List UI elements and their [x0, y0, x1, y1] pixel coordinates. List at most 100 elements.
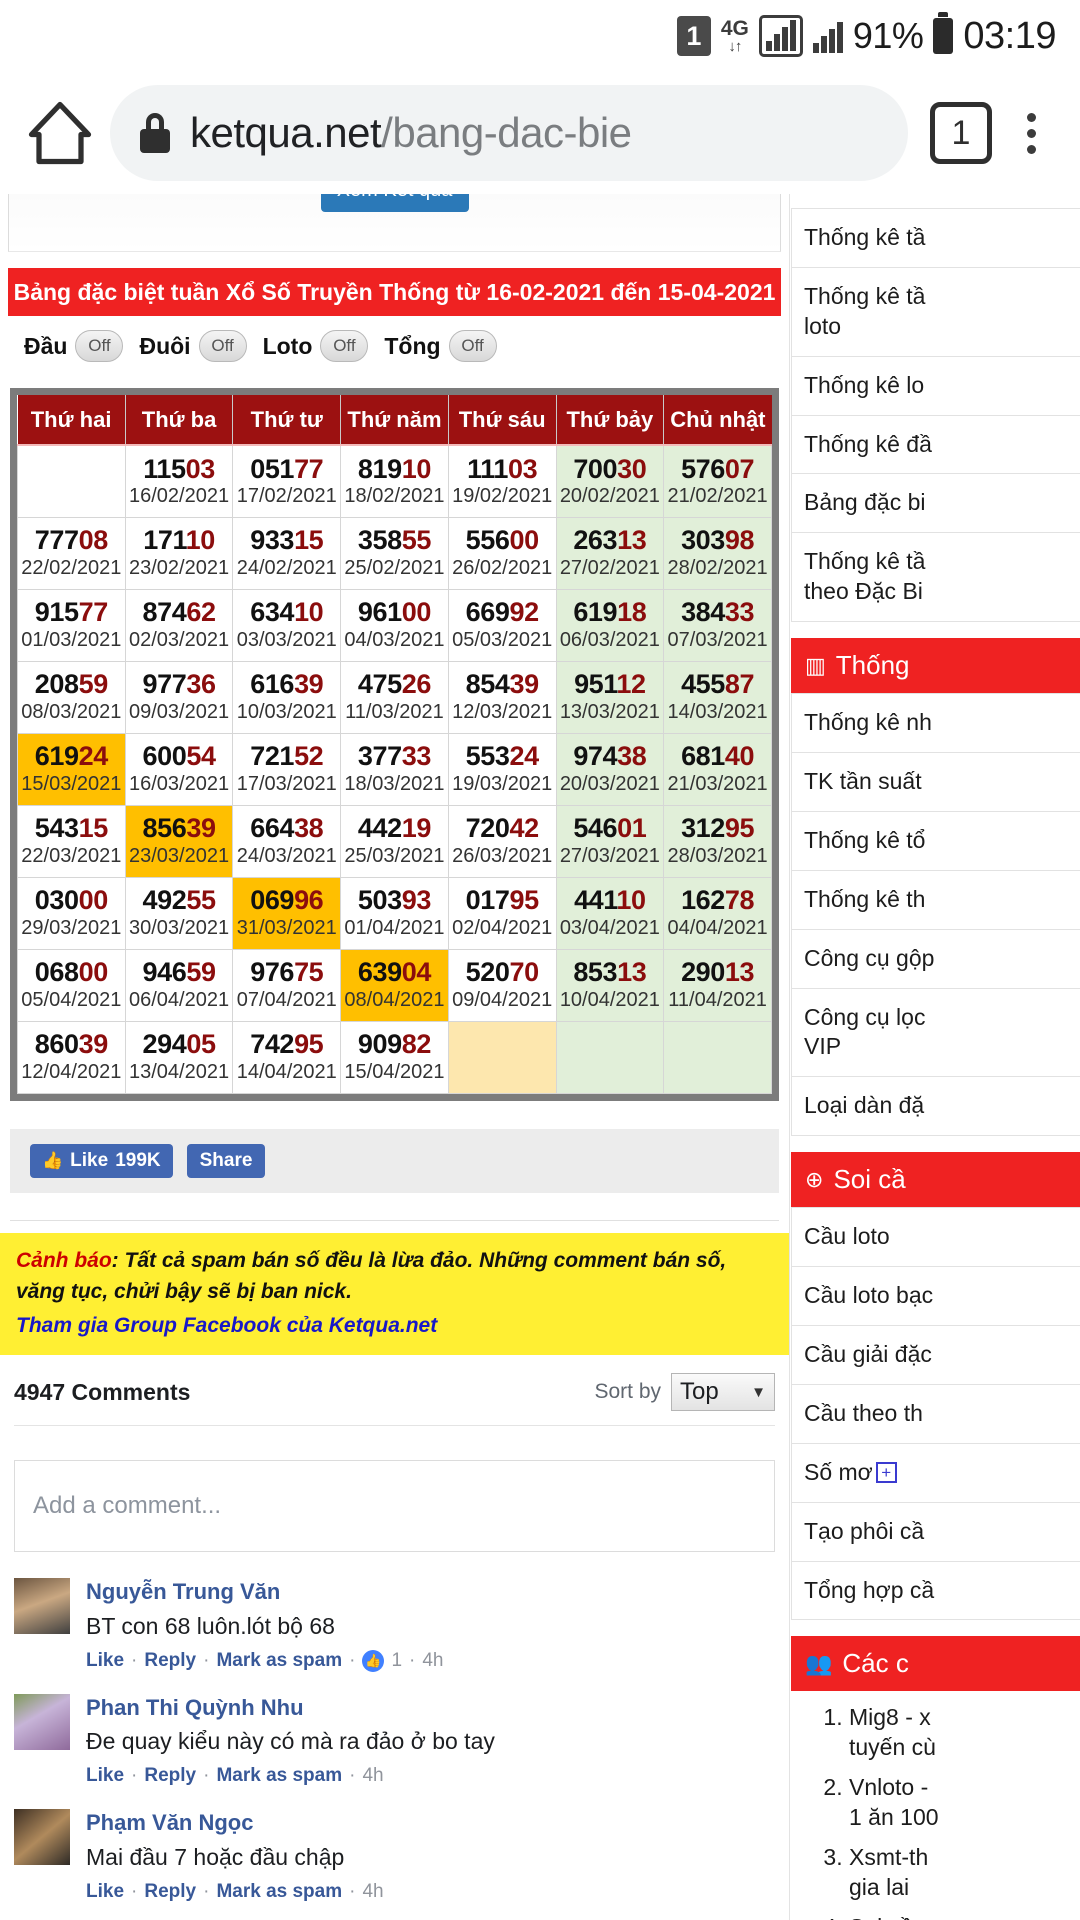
- table-cell[interactable]: 16278 04/04/2021: [663, 876, 772, 950]
- table-cell[interactable]: 85639 23/03/2021: [124, 804, 234, 878]
- sidebar-item-soicau-5[interactable]: Tạo phôi cầ: [792, 1503, 1080, 1562]
- table-cell[interactable]: 74295 14/04/2021: [232, 1020, 342, 1094]
- table-cell[interactable]: 31295 28/03/2021: [663, 804, 772, 878]
- toggle-switch-dau[interactable]: Off: [75, 330, 124, 362]
- home-icon[interactable]: [24, 97, 96, 169]
- table-cell[interactable]: 06800 05/04/2021: [17, 948, 126, 1022]
- table-cell[interactable]: 96100 04/03/2021: [340, 588, 449, 662]
- table-cell[interactable]: 06996 31/03/2021: [232, 876, 342, 950]
- comment-spam-action[interactable]: Mark as spam: [216, 1765, 342, 1787]
- table-cell[interactable]: 68140 21/03/2021: [663, 732, 772, 806]
- table-cell[interactable]: [447, 1020, 557, 1094]
- sidebar-item-soicau-6[interactable]: Tổng hợp cầ: [792, 1562, 1080, 1621]
- sidebar-item-stats1-4[interactable]: Bảng đặc bi: [792, 474, 1080, 534]
- sidebar-item-stats1-0[interactable]: Thống kê tầ: [792, 209, 1080, 268]
- table-cell[interactable]: 01795 02/04/2021: [447, 876, 557, 950]
- sidebar-item-stats1-2[interactable]: Thống kê lo: [792, 357, 1080, 416]
- kebab-menu-icon[interactable]: [1006, 112, 1056, 154]
- sidebar-item-stats2-6[interactable]: Loại dàn đặ: [792, 1077, 1080, 1137]
- sidebar-item-stats1-5[interactable]: Thống kê tầ theo Đặc Bi: [792, 533, 1080, 623]
- table-cell[interactable]: 81910 18/02/2021: [340, 444, 449, 518]
- sidebar-item-stats2-1[interactable]: TK tần suất: [792, 753, 1080, 812]
- avatar[interactable]: [14, 1809, 70, 1866]
- table-cell[interactable]: 05177 17/02/2021: [232, 444, 342, 518]
- table-cell[interactable]: 61918 06/03/2021: [555, 588, 665, 662]
- table-cell[interactable]: 61924 15/03/2021: [17, 732, 126, 806]
- table-cell[interactable]: 30398 28/02/2021: [663, 516, 772, 590]
- comment-author-link[interactable]: Phạm Văn Ngọc: [86, 1809, 775, 1838]
- table-cell[interactable]: 60054 16/03/2021: [124, 732, 234, 806]
- table-cell[interactable]: 37733 18/03/2021: [340, 732, 449, 806]
- table-cell[interactable]: [555, 1020, 665, 1094]
- table-cell[interactable]: 29013 11/04/2021: [663, 948, 772, 1022]
- table-cell[interactable]: 72042 26/03/2021: [447, 804, 557, 878]
- plus-icon[interactable]: +: [875, 1461, 897, 1483]
- table-cell[interactable]: 70030 20/02/2021: [555, 444, 665, 518]
- comment-like-action[interactable]: Like: [86, 1650, 124, 1672]
- table-cell[interactable]: 97438 20/03/2021: [555, 732, 665, 806]
- comment-author-link[interactable]: Phan Thi Quỳnh Nhu: [86, 1694, 775, 1723]
- sidebar-item-stats1-3[interactable]: Thống kê đầ: [792, 416, 1080, 475]
- table-cell[interactable]: 97736 09/03/2021: [124, 660, 234, 734]
- table-cell[interactable]: 45587 14/03/2021: [663, 660, 772, 734]
- sidebar-item-soicau-0[interactable]: Cầu loto: [792, 1208, 1080, 1268]
- table-cell[interactable]: 54315 22/03/2021: [17, 804, 126, 878]
- sidebar-topic-item-2[interactable]: Xsmt-thgia lai: [849, 1843, 1080, 1903]
- table-cell[interactable]: 11503 16/02/2021: [124, 444, 234, 518]
- table-cell[interactable]: 47526 11/03/2021: [340, 660, 449, 734]
- table-cell[interactable]: [663, 1020, 772, 1094]
- table-cell[interactable]: 03000 29/03/2021: [17, 876, 126, 950]
- sidebar-item-stats2-0[interactable]: Thống kê nh: [792, 694, 1080, 754]
- sidebar-topic-item-1[interactable]: Vnloto -1 ăn 100: [849, 1773, 1080, 1833]
- facebook-like-button[interactable]: 👍 Like 199K: [30, 1143, 173, 1178]
- sidebar-item-stats2-3[interactable]: Thống kê th: [792, 871, 1080, 930]
- table-cell[interactable]: 35855 25/02/2021: [340, 516, 449, 590]
- table-cell[interactable]: 54601 27/03/2021: [555, 804, 665, 878]
- table-cell[interactable]: 90982 15/04/2021: [340, 1020, 449, 1094]
- table-cell[interactable]: 85439 12/03/2021: [447, 660, 557, 734]
- comment-reply-action[interactable]: Reply: [144, 1881, 196, 1903]
- table-cell[interactable]: 38433 07/03/2021: [663, 588, 772, 662]
- sidebar-topic-item-0[interactable]: Mig8 - xtuyến cù: [849, 1703, 1080, 1763]
- sidebar-item-soicau-3[interactable]: Cầu theo th: [792, 1385, 1080, 1444]
- facebook-share-button[interactable]: Share: [186, 1143, 266, 1178]
- sidebar-item-stats2-2[interactable]: Thống kê tổ: [792, 812, 1080, 871]
- comment-reply-action[interactable]: Reply: [144, 1765, 196, 1787]
- table-cell[interactable]: 72152 17/03/2021: [232, 732, 342, 806]
- toggle-switch-duoi[interactable]: Off: [198, 330, 247, 362]
- toggle-switch-tong[interactable]: Off: [448, 330, 497, 362]
- table-cell[interactable]: 61639 10/03/2021: [232, 660, 342, 734]
- table-cell[interactable]: 44110 03/04/2021: [555, 876, 665, 950]
- table-cell[interactable]: 77708 22/02/2021: [17, 516, 126, 590]
- table-cell[interactable]: 17110 23/02/2021: [124, 516, 234, 590]
- sort-by-select[interactable]: Top ▼: [671, 1373, 775, 1411]
- table-cell[interactable]: 95112 13/03/2021: [555, 660, 665, 734]
- facebook-group-link[interactable]: Tham gia Group Facebook của Ketqua.net: [16, 1310, 774, 1342]
- sidebar-item-stats1-1[interactable]: Thống kê tầ loto: [792, 268, 1080, 357]
- table-cell[interactable]: 97675 07/04/2021: [232, 948, 342, 1022]
- add-comment-input[interactable]: Add a comment...: [14, 1460, 775, 1552]
- comment-author-link[interactable]: Nguyễn Trung Văn: [86, 1578, 775, 1607]
- table-cell[interactable]: 26313 27/02/2021: [555, 516, 665, 590]
- table-cell[interactable]: 52070 09/04/2021: [447, 948, 557, 1022]
- table-cell[interactable]: 29405 13/04/2021: [124, 1020, 234, 1094]
- table-cell[interactable]: 49255 30/03/2021: [124, 876, 234, 950]
- address-bar[interactable]: ketqua.net/bang-dac-bie: [110, 85, 908, 181]
- comment-spam-action[interactable]: Mark as spam: [216, 1650, 342, 1672]
- table-cell[interactable]: 50393 01/04/2021: [340, 876, 449, 950]
- table-cell[interactable]: 55600 26/02/2021: [447, 516, 557, 590]
- sidebar-item-soicau-4[interactable]: Số mơ +: [792, 1444, 1080, 1503]
- xem-ket-qua-button[interactable]: Xem Kết quả: [320, 194, 469, 212]
- table-cell[interactable]: 86039 12/04/2021: [17, 1020, 126, 1094]
- tab-switcher-button[interactable]: 1: [930, 102, 992, 164]
- table-cell[interactable]: 94659 06/04/2021: [124, 948, 234, 1022]
- table-cell[interactable]: 66992 05/03/2021: [447, 588, 557, 662]
- comment-like-action[interactable]: Like: [86, 1881, 124, 1903]
- table-cell[interactable]: 44219 25/03/2021: [340, 804, 449, 878]
- sidebar-item-stats2-4[interactable]: Công cụ gộp: [792, 930, 1080, 989]
- table-cell[interactable]: 63410 03/03/2021: [232, 588, 342, 662]
- table-cell[interactable]: 87462 02/03/2021: [124, 588, 234, 662]
- table-cell[interactable]: 63904 08/04/2021: [340, 948, 449, 1022]
- table-cell[interactable]: 57607 21/02/2021: [663, 444, 772, 518]
- table-cell[interactable]: 55324 19/03/2021: [447, 732, 557, 806]
